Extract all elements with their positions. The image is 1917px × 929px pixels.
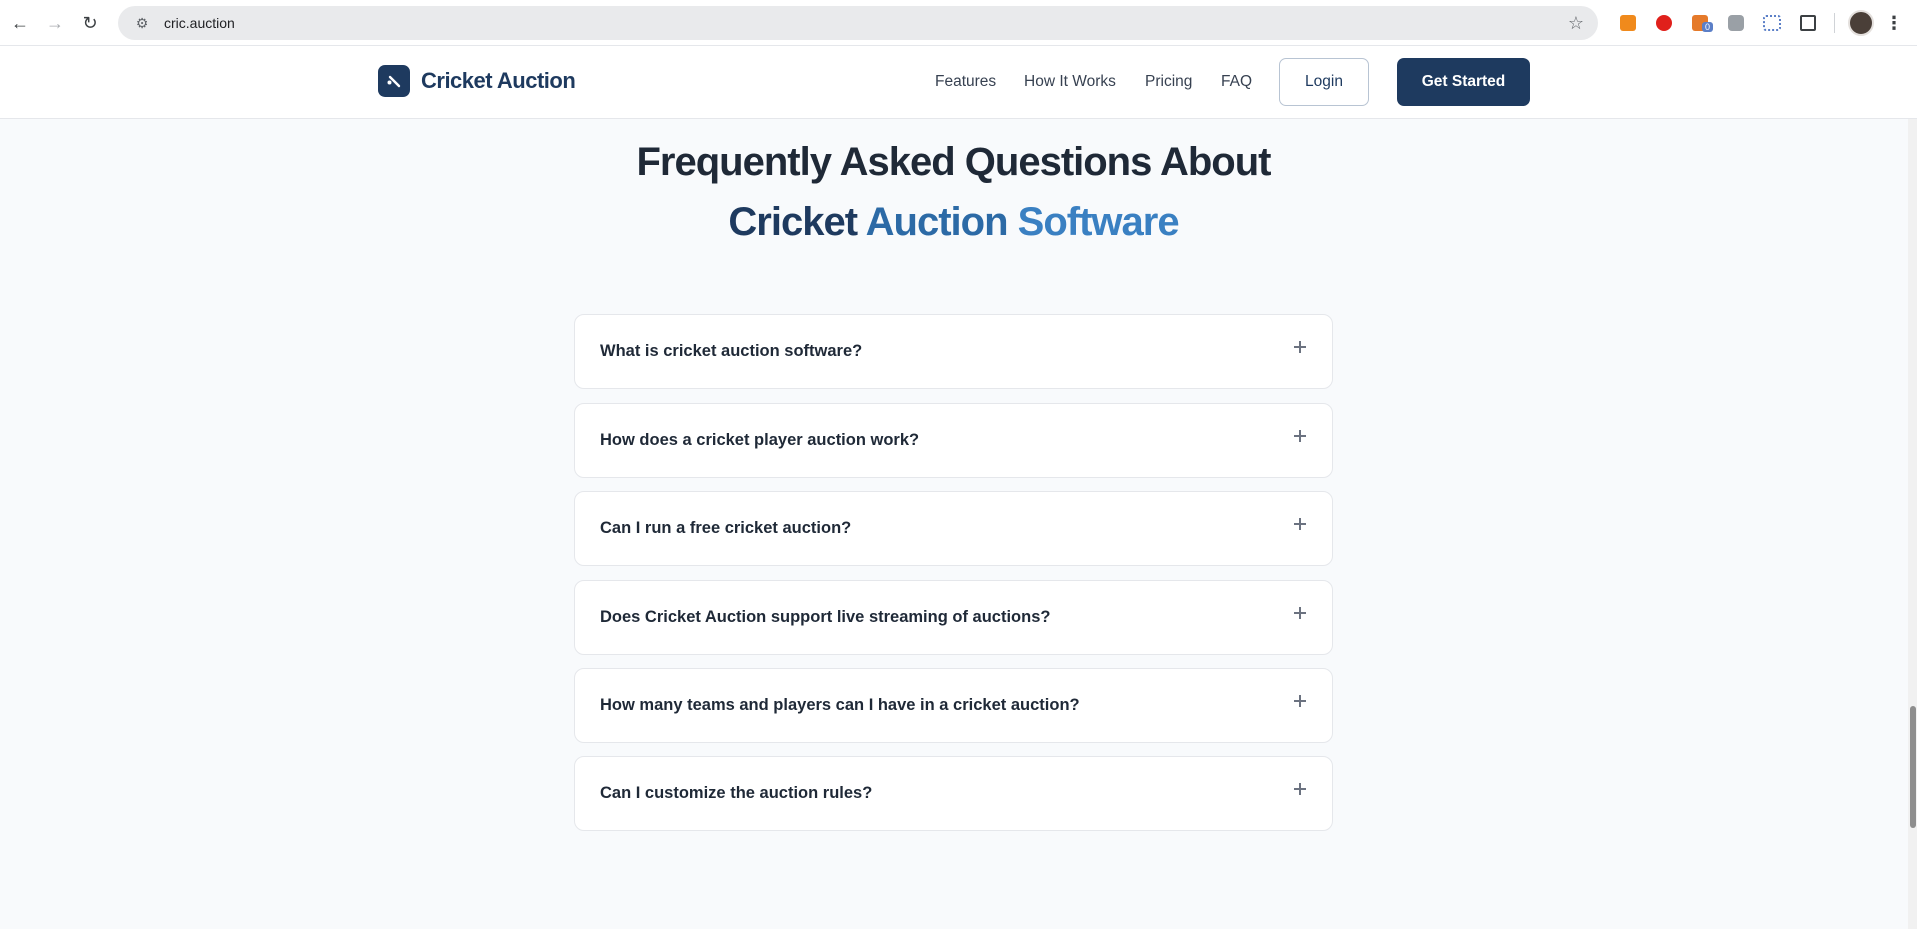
extension-badge-count: 0 <box>1702 22 1714 32</box>
get-started-button[interactable]: Get Started <box>1397 58 1530 106</box>
site-header: Cricket Auction Features How It Works Pr… <box>0 46 1917 119</box>
fdi-icon <box>1763 15 1781 31</box>
url-text[interactable]: cric.auction <box>164 15 1568 31</box>
plus-icon <box>1292 693 1308 709</box>
puzzle-icon <box>1800 15 1816 31</box>
reload-button[interactable]: ↻ <box>72 5 108 41</box>
extension-orange-button[interactable] <box>1610 8 1646 38</box>
faq-question: How many teams and players can I have in… <box>600 696 1080 714</box>
extension-orange-icon <box>1620 15 1636 31</box>
bookmark-star-icon[interactable]: ☆ <box>1568 13 1584 34</box>
faq-item[interactable]: How many teams and players can I have in… <box>574 668 1333 743</box>
back-button[interactable]: ← <box>2 5 38 41</box>
site-info-icon[interactable]: ⚙ <box>132 15 152 32</box>
faq-item[interactable]: Can I customize the auction rules? <box>574 756 1333 831</box>
faq-question: Can I run a free cricket auction? <box>600 519 852 537</box>
title-word-software: Software <box>1017 200 1180 244</box>
browser-menu-icon[interactable]: ⋮ <box>1879 13 1909 34</box>
faq-item[interactable]: What is cricket auction software? <box>574 314 1333 389</box>
extension-red-icon <box>1656 15 1672 31</box>
title-word-cricket: Cricket <box>728 200 858 244</box>
login-button[interactable]: Login <box>1279 58 1369 106</box>
nav-features[interactable]: Features <box>935 73 996 91</box>
nav-faq[interactable]: FAQ <box>1221 73 1252 91</box>
title-word-auction: Auction <box>865 200 1009 244</box>
cricket-bat-icon <box>378 65 410 97</box>
nav-pricing[interactable]: Pricing <box>1145 73 1192 91</box>
faq-question: What is cricket auction software? <box>600 342 863 360</box>
plus-icon <box>1292 516 1308 532</box>
faq-title-line2: Cricket Auction Software <box>0 200 1907 245</box>
reload-icon: ↻ <box>82 12 98 33</box>
faq-question: Can I customize the auction rules? <box>600 784 873 802</box>
forward-button[interactable]: → <box>37 5 73 41</box>
faq-title-line1: Frequently Asked Questions About <box>636 140 1272 184</box>
extension-badge-button[interactable]: 0 <box>1682 8 1718 38</box>
extensions-area: 0 ⋮ <box>1610 8 1909 38</box>
faq-item[interactable]: How does a cricket player auction work? <box>574 403 1333 478</box>
browser-toolbar: ← → ↻ ⚙ cric.auction ☆ 0 ⋮ <box>0 0 1917 46</box>
back-arrow-icon: ← <box>11 12 29 33</box>
extension-fdi-button[interactable] <box>1754 8 1790 38</box>
brand-name: Cricket Auction <box>421 68 576 93</box>
plus-icon <box>1292 605 1308 621</box>
camera-icon <box>1728 15 1744 31</box>
scrollbar-thumb[interactable] <box>1910 706 1916 828</box>
faq-item[interactable]: Does Cricket Auction support live stream… <box>574 580 1333 655</box>
toolbar-divider <box>1834 13 1835 33</box>
plus-icon <box>1292 339 1308 355</box>
extension-red-button[interactable] <box>1646 8 1682 38</box>
avatar <box>1848 10 1874 36</box>
extensions-menu-button[interactable] <box>1790 8 1826 38</box>
extension-camera-button[interactable] <box>1718 8 1754 38</box>
plus-icon <box>1292 428 1308 444</box>
address-bar[interactable]: ⚙ cric.auction ☆ <box>118 6 1598 40</box>
faq-item[interactable]: Can I run a free cricket auction? <box>574 491 1333 566</box>
faq-question: Does Cricket Auction support live stream… <box>600 608 1051 626</box>
plus-icon <box>1292 781 1308 797</box>
brand-logo[interactable]: Cricket Auction <box>378 65 576 97</box>
nav-how-it-works[interactable]: How It Works <box>1024 73 1116 91</box>
profile-button[interactable] <box>1843 8 1879 38</box>
forward-arrow-icon: → <box>46 12 64 33</box>
faq-question: How does a cricket player auction work? <box>600 431 920 449</box>
